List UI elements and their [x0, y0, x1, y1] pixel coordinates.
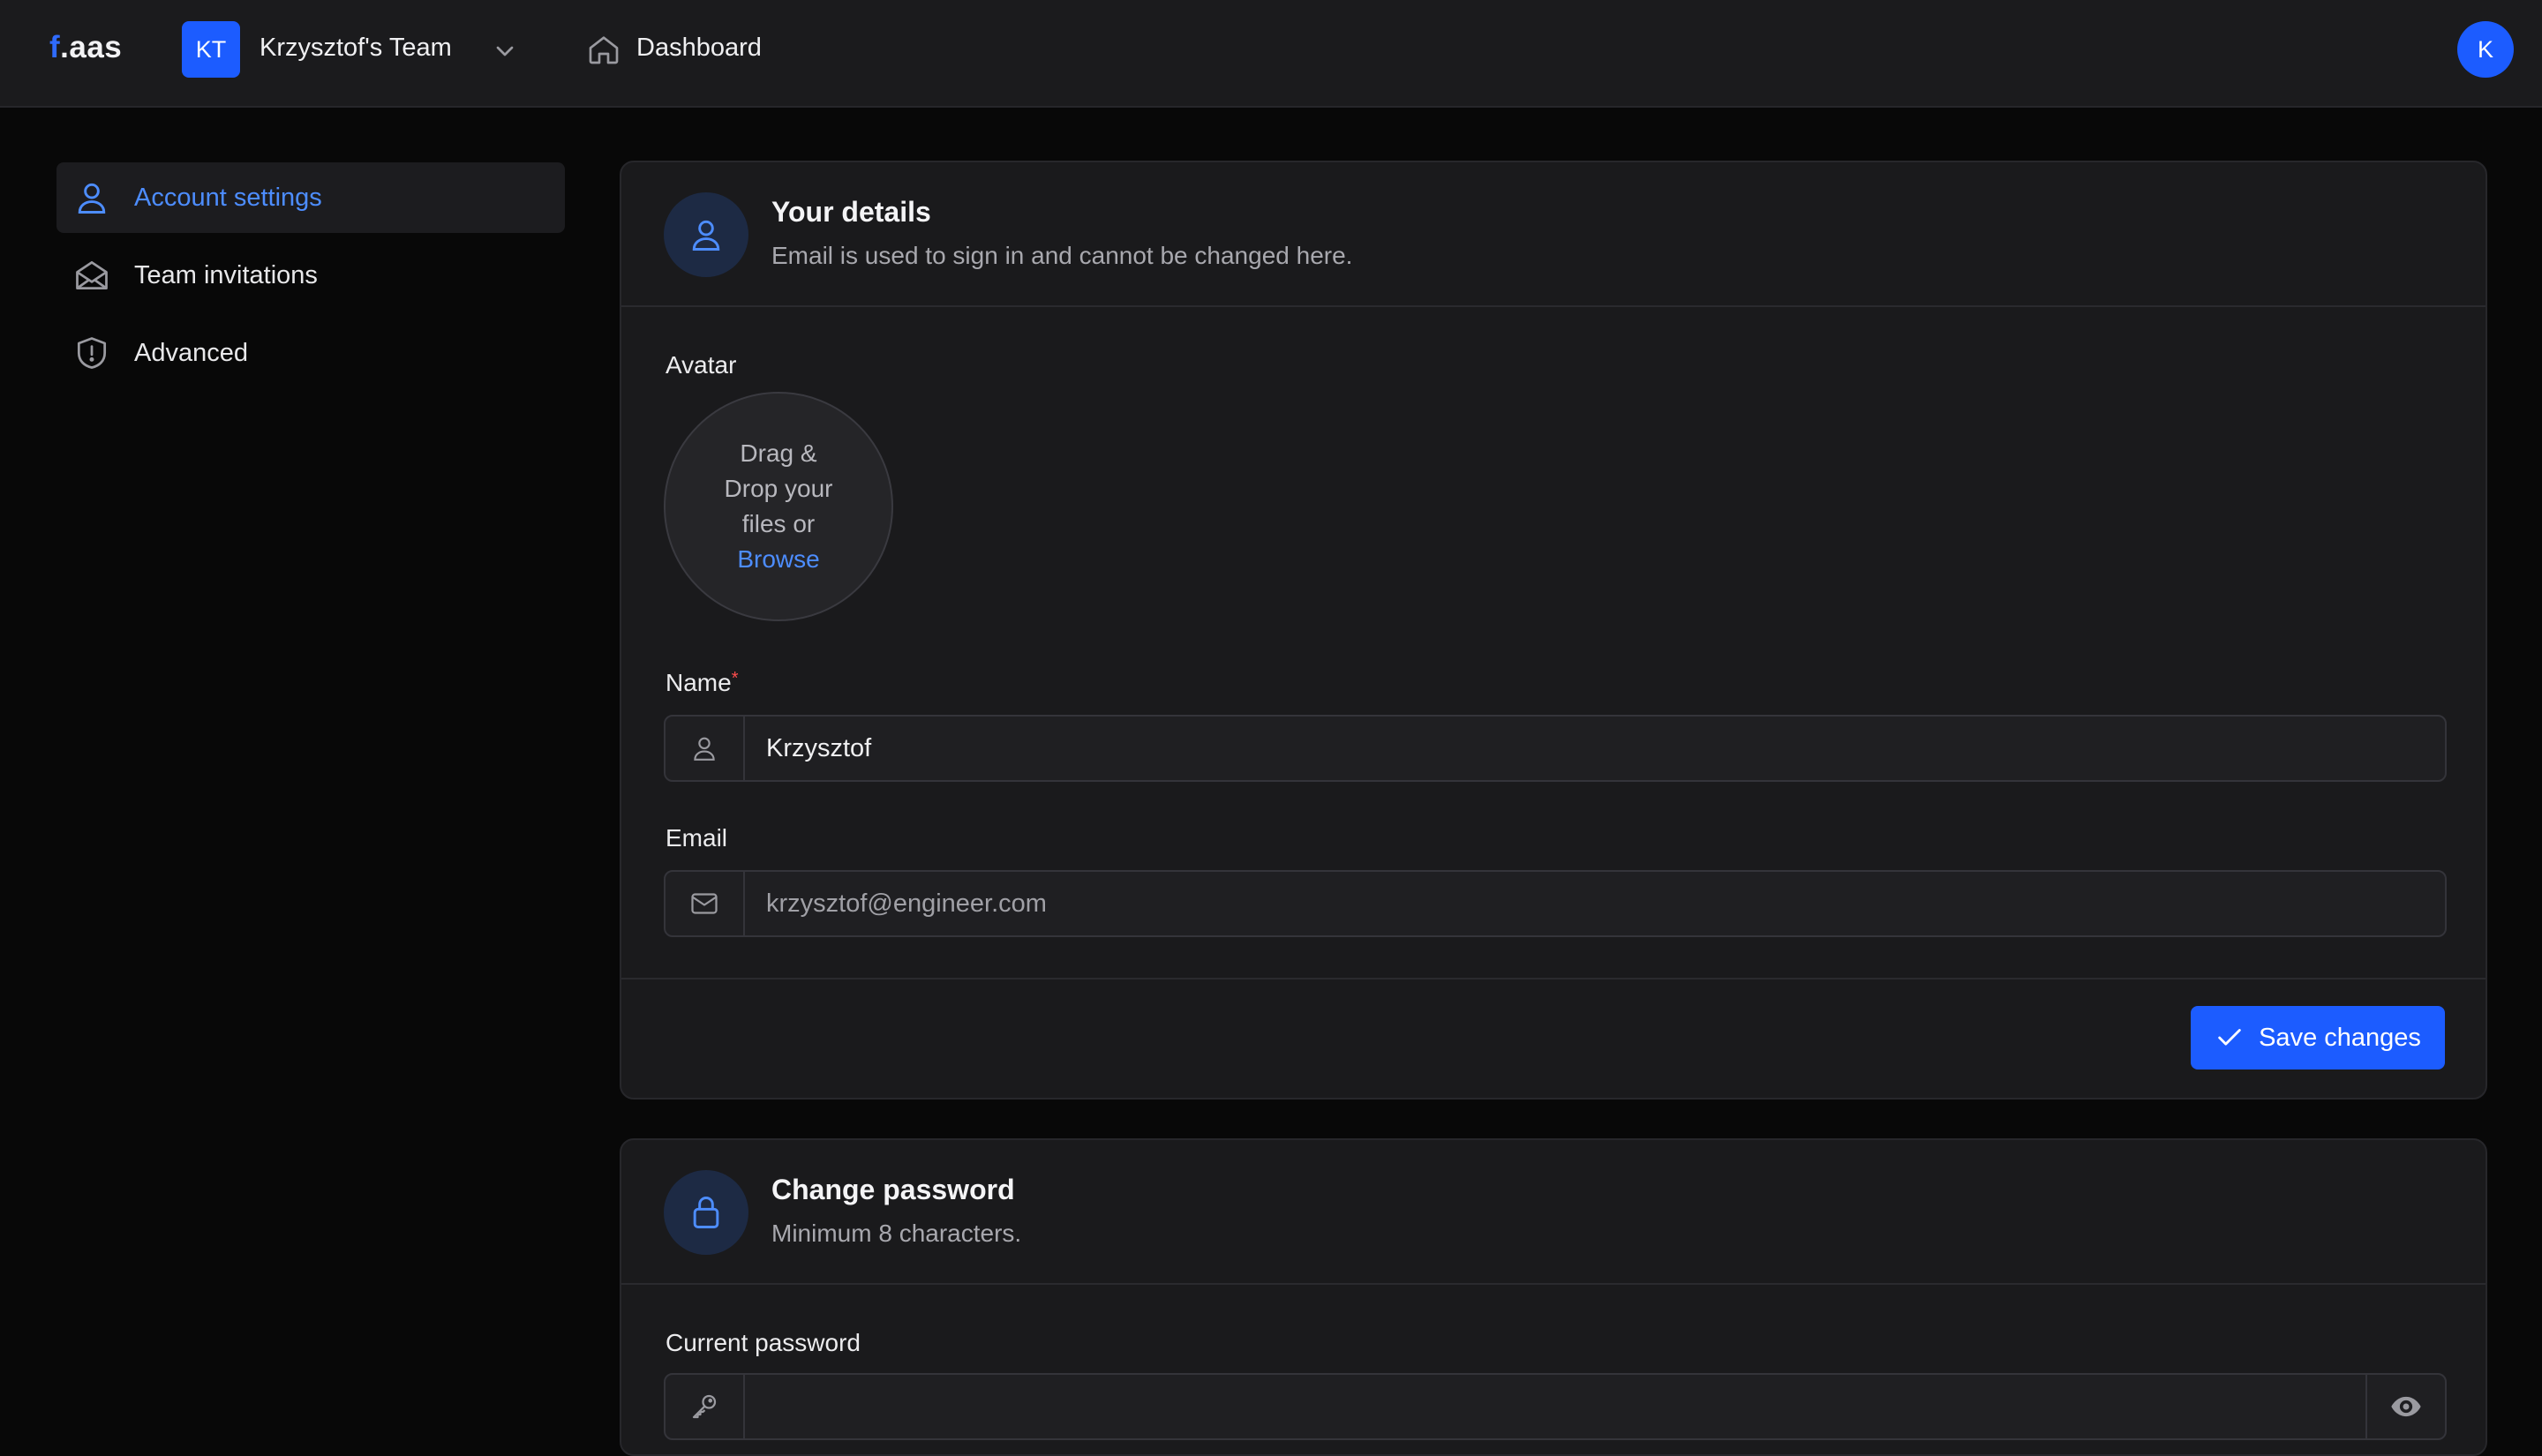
change-password-card: Change password Minimum 8 characters. Cu… [620, 1138, 2487, 1456]
card-header: Change password Minimum 8 characters. [621, 1140, 2486, 1285]
envelope-open-icon [76, 260, 108, 290]
dropzone-text-1: Drag & [740, 439, 817, 467]
card-title: Change password [771, 1174, 1015, 1205]
card-header: Your details Email is used to sign in an… [621, 162, 2486, 307]
browse-link[interactable]: Browse [737, 542, 819, 577]
sidebar-item-advanced[interactable]: Advanced [56, 318, 565, 388]
logo-prefix: f [49, 30, 61, 64]
email-field-addon [666, 872, 745, 935]
shield-alert-icon [77, 337, 107, 369]
name-field [664, 715, 2447, 782]
save-changes-label: Save changes [2259, 1023, 2421, 1052]
check-icon [2218, 1029, 2241, 1046]
card-footer-divider [621, 978, 2486, 979]
team-switcher-label[interactable]: Krzysztof's Team [259, 34, 452, 63]
key-icon [692, 1394, 717, 1419]
card-title: Your details [771, 196, 931, 228]
card-subtitle: Minimum 8 characters. [771, 1220, 1022, 1247]
save-changes-button[interactable]: Save changes [2191, 1006, 2445, 1069]
user-icon [78, 183, 106, 214]
sidebar-item-label: Account settings [134, 184, 322, 212]
name-label-text: Name [666, 669, 732, 696]
eye-icon [2391, 1396, 2421, 1417]
lock-icon-circle [664, 1170, 748, 1255]
sidebar-item-label: Advanced [134, 339, 248, 367]
name-field-addon [666, 717, 745, 780]
required-mark: * [731, 669, 739, 688]
dropzone-text-3: files or [741, 510, 816, 537]
sidebar-item-label: Team invitations [134, 261, 318, 289]
dropzone-text-2: Drop your [724, 475, 833, 502]
home-icon[interactable] [586, 32, 621, 67]
lock-icon [693, 1197, 719, 1228]
user-icon [692, 220, 720, 251]
current-password-field [664, 1373, 2447, 1440]
email-label: Email [666, 824, 728, 852]
email-input[interactable] [766, 884, 2408, 923]
current-password-label: Current password [666, 1329, 861, 1356]
your-details-card: Your details Email is used to sign in an… [620, 161, 2487, 1100]
password-field-addon [666, 1375, 745, 1438]
user-icon-circle [664, 192, 748, 277]
current-password-input[interactable] [766, 1387, 2320, 1426]
user-icon [694, 737, 715, 761]
avatar-dropzone[interactable]: Drag & Drop your files or Browse [664, 392, 893, 621]
email-field [664, 870, 2447, 937]
name-label: Name* [666, 669, 739, 697]
avatar-label: Avatar [666, 351, 737, 379]
user-avatar[interactable]: K [2457, 21, 2514, 78]
app-logo[interactable]: f.aas [49, 30, 122, 65]
envelope-icon [691, 893, 718, 914]
name-input[interactable] [766, 729, 2408, 768]
toggle-password-visibility[interactable] [2365, 1375, 2445, 1438]
logo-suffix: .aas [60, 30, 123, 64]
sidebar-item-team-invitations[interactable]: Team invitations [56, 240, 565, 311]
team-badge[interactable]: KT [182, 21, 240, 78]
chevron-down-icon[interactable] [491, 37, 519, 65]
sidebar-item-account-settings[interactable]: Account settings [56, 162, 565, 233]
top-navigation-bar: f.aas KT Krzysztof's Team Dashboard K [0, 0, 2542, 108]
card-subtitle: Email is used to sign in and cannot be c… [771, 242, 1353, 269]
dashboard-link[interactable]: Dashboard [636, 34, 762, 63]
